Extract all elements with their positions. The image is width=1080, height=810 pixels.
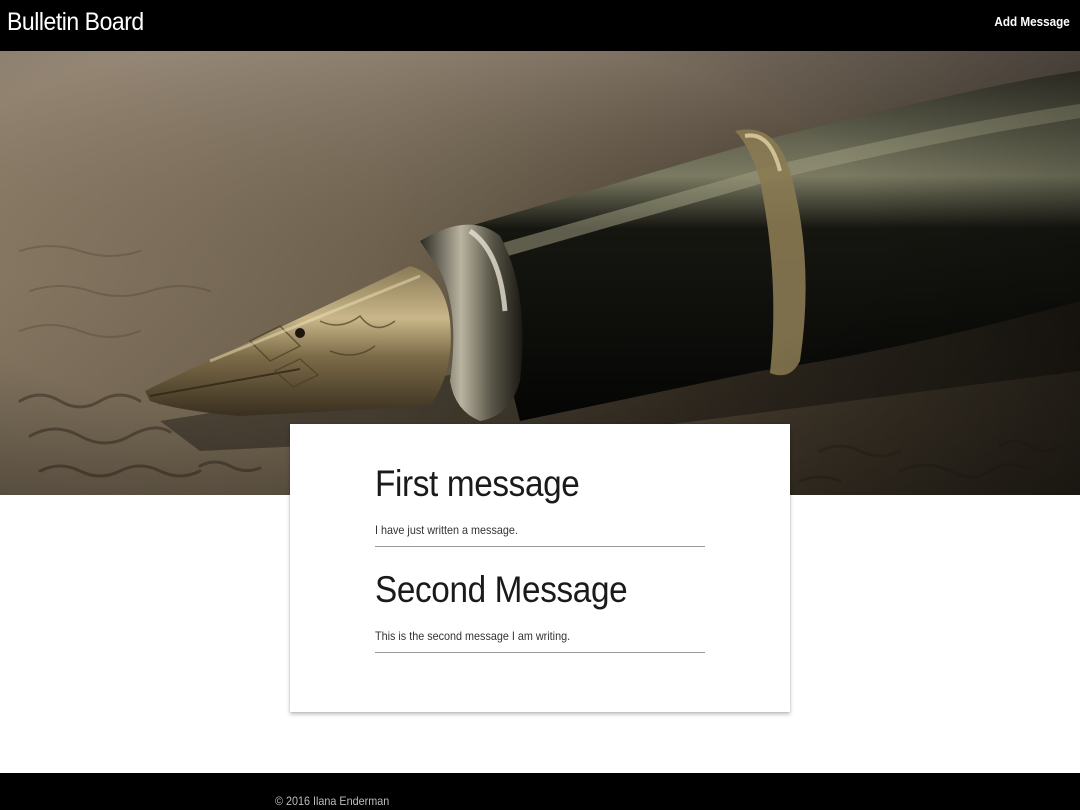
copyright-text: © 2016 Ilana Enderman xyxy=(275,794,390,808)
top-navbar: Bulletin Board Add Message xyxy=(0,0,1080,51)
add-message-link[interactable]: Add Message xyxy=(995,13,1070,31)
message-item: Second Message This is the second messag… xyxy=(375,568,705,653)
message-item: First message I have just written a mess… xyxy=(375,462,705,547)
message-title: First message xyxy=(375,463,580,504)
message-body: I have just written a message. xyxy=(375,523,518,537)
brand-link[interactable]: Bulletin Board xyxy=(7,6,144,38)
messages-card: First message I have just written a mess… xyxy=(290,424,790,712)
page-footer: © 2016 Ilana Enderman xyxy=(0,773,1080,810)
message-body: This is the second message I am writing. xyxy=(375,629,571,643)
message-title: Second Message xyxy=(375,569,628,610)
